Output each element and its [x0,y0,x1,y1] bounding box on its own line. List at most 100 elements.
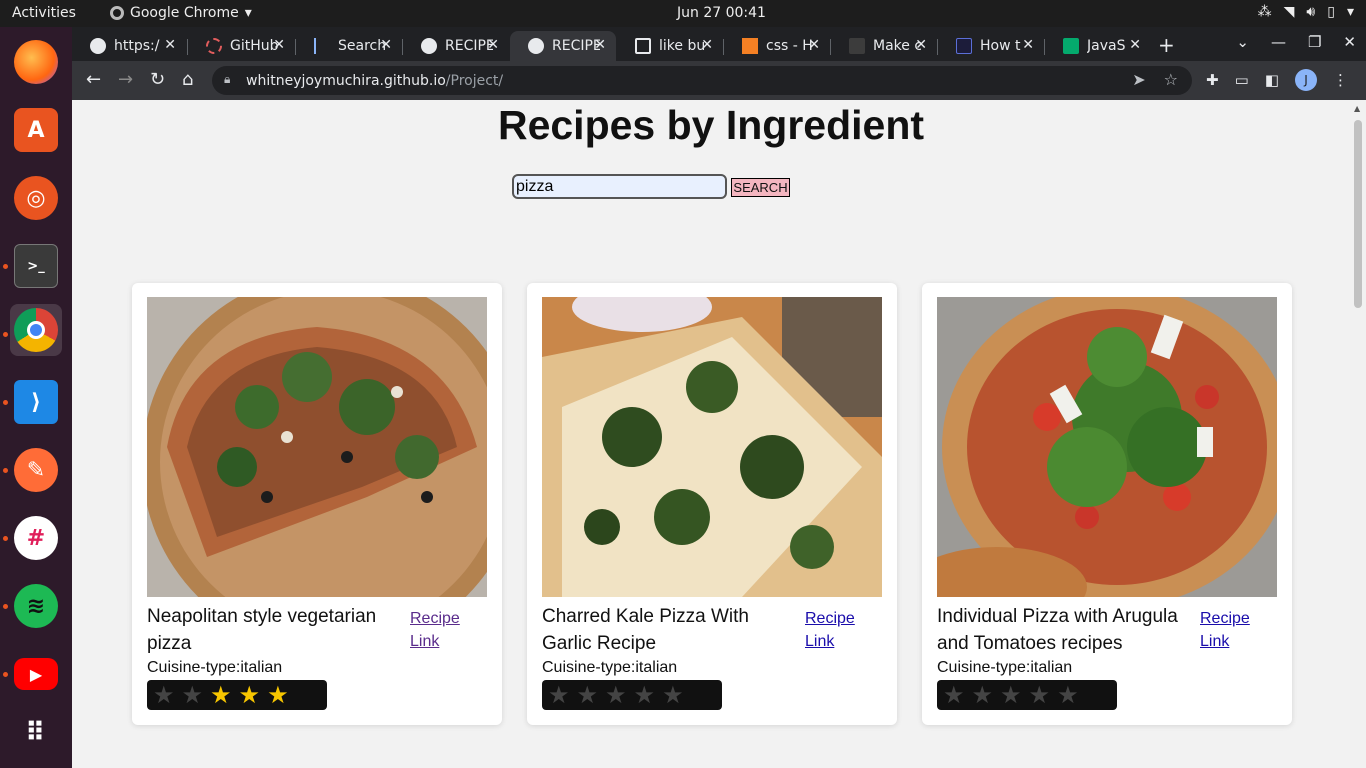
tab-6[interactable]: css - H ✕ [724,31,830,61]
star-icon[interactable]: ★ [1057,683,1079,707]
window-controls: ⌄ — ❐ ✕ [1236,33,1356,51]
app-grid-icon: ⠿ [24,718,48,748]
bookmark-star-icon[interactable]: ☆ [1164,70,1178,89]
close-icon[interactable]: ✕ [1129,37,1141,53]
cast-icon[interactable]: ▭ [1235,71,1249,89]
search-input[interactable] [512,174,727,199]
star-icon[interactable]: ★ [182,683,204,707]
page-title: Recipes by Ingredient [497,102,925,148]
recipe-card: Individual Pizza with Arugula and Tomato… [922,283,1292,725]
star-icon[interactable]: ★ [577,683,599,707]
side-panel-icon[interactable]: ◧ [1265,71,1279,89]
youtube-icon: ▶ [14,658,58,690]
star-rating[interactable]: ★ ★ ★ ★ ★ [542,680,722,710]
tab-8[interactable]: How t ✕ [938,31,1044,61]
dock-terminal[interactable]: >_ [10,240,62,292]
recipe-title: Individual Pizza with Arugula and Tomato… [937,606,1178,654]
battery-icon: ▯ [1327,4,1335,20]
close-icon[interactable]: ✕ [701,37,713,53]
terminal-icon: >_ [14,244,58,288]
tab-2[interactable]: Search ✕ [296,31,402,61]
globe-icon [421,38,437,54]
tab-5[interactable]: like bu ✕ [617,31,723,61]
close-icon[interactable]: ✕ [915,37,927,53]
dock-ubuntu[interactable]: ◎ [10,172,62,224]
chrome-app-icon [110,6,124,20]
activities-button[interactable]: Activities [12,5,76,21]
star-icon[interactable]: ★ [605,683,627,707]
url-host: whitneyjoymuchira.github.io [246,72,446,89]
tab-title: Make c [873,38,921,54]
send-icon[interactable]: ➤ [1132,70,1145,89]
star-icon[interactable]: ★ [267,683,289,707]
dock-postman[interactable]: ✎ [10,444,62,496]
cuisine-type: Cuisine-type:italian [147,659,283,676]
dock-vscode[interactable]: ⟩ [10,376,62,428]
scrollbar-thumb[interactable] [1354,120,1362,308]
slack-icon: # [14,516,58,560]
star-icon[interactable]: ★ [210,683,232,707]
home-icon[interactable]: ⌂ [182,69,193,90]
dock-software[interactable]: A [10,104,62,156]
star-rating[interactable]: ★ ★ ★ ★ ★ [937,680,1117,710]
dock-spotify[interactable]: ≋ [10,580,62,632]
star-icon[interactable]: ★ [943,683,965,707]
recipe-link[interactable]: Recipe Link [410,607,480,653]
close-icon[interactable]: ✕ [273,37,285,53]
tab-search-icon[interactable]: ⌄ [1236,33,1249,51]
page-scrollbar[interactable]: ▲ [1350,100,1366,768]
star-icon[interactable]: ★ [1000,683,1022,707]
minimize-icon[interactable]: — [1271,33,1286,51]
profile-avatar[interactable]: J [1295,69,1317,91]
page-icon [849,38,865,54]
star-icon[interactable]: ★ [972,683,994,707]
tab-title: like bu [659,38,706,54]
tab-3[interactable]: RECIPE ✕ [403,31,509,61]
recipe-image-pizza [937,297,1277,597]
dock: A ◎ >_ ⟩ ✎ # ≋ ▶ ⠿ [0,27,72,768]
scroll-up-icon[interactable]: ▲ [1354,104,1360,113]
new-tab-button[interactable]: + [1158,33,1175,57]
reload-icon[interactable]: ↻ [150,69,165,90]
github-icon [206,38,222,54]
close-icon[interactable]: ✕ [594,37,606,53]
tab-1[interactable]: GitHub ✕ [188,31,295,61]
app-menu[interactable]: Google Chrome ▾ [110,5,252,21]
close-icon[interactable]: ✕ [487,37,499,53]
dock-chrome[interactable] [10,304,62,356]
recipe-link[interactable]: Recipe Link [805,607,875,653]
window-close-icon[interactable]: ✕ [1343,33,1356,51]
cuisine-type: Cuisine-type:italian [542,659,678,676]
star-rating[interactable]: ★ ★ ★ ★ ★ [147,680,327,710]
search-button[interactable]: SEARCH [731,178,790,197]
dock-show-apps[interactable]: ⠿ [10,707,62,759]
tab-9[interactable]: JavaS ✕ [1045,31,1151,61]
star-icon[interactable]: ★ [662,683,684,707]
close-icon[interactable]: ✕ [1022,37,1034,53]
menu-kebab-icon[interactable]: ⋮ [1333,71,1348,89]
tab-4[interactable]: RECIPE ✕ [510,31,616,61]
tab-title: GitHub [230,38,278,54]
system-tray[interactable]: ⁂ ◥ 🔊︎ ▯ ▾ [1258,4,1354,20]
restore-icon[interactable]: ❐ [1308,33,1321,51]
recipe-link[interactable]: Recipe Link [1200,607,1270,653]
tab-7[interactable]: Make c ✕ [831,31,937,61]
close-icon[interactable]: ✕ [380,37,392,53]
forward-icon[interactable]: → [118,69,133,90]
network-app-icon: ⁂ [1257,4,1272,20]
back-icon[interactable]: ← [86,69,101,90]
dock-firefox[interactable] [10,36,62,88]
dock-slack[interactable]: # [10,512,62,564]
dock-youtube[interactable]: ▶ [10,648,62,700]
star-icon[interactable]: ★ [634,683,656,707]
star-icon[interactable]: ★ [153,683,175,707]
address-bar[interactable]: 🔒︎ whitneyjoymuchira.github.io/Project/ … [212,66,1192,95]
star-icon[interactable]: ★ [548,683,570,707]
clock[interactable]: Jun 27 00:41 [677,5,766,21]
star-icon[interactable]: ★ [239,683,261,707]
tab-0[interactable]: https:/ ✕ [72,31,186,61]
close-icon[interactable]: ✕ [164,37,176,53]
close-icon[interactable]: ✕ [808,37,820,53]
star-icon[interactable]: ★ [1029,683,1051,707]
extensions-icon[interactable]: ✚ [1206,71,1219,89]
